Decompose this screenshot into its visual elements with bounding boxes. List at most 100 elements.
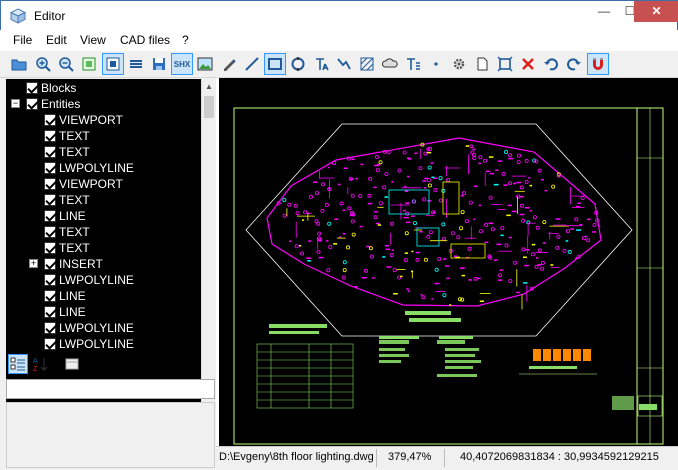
- plan-fixture: [490, 172, 495, 175]
- raster-image-button[interactable]: [194, 53, 216, 75]
- tree-node[interactable]: LWPOLYLINE: [6, 160, 201, 176]
- node-checkbox[interactable]: [44, 258, 56, 270]
- plan-fixture: [511, 210, 517, 213]
- scroll-thumb[interactable]: [204, 96, 214, 118]
- minimize-button[interactable]: —: [591, 1, 617, 22]
- menu-view[interactable]: View: [80, 33, 106, 47]
- layers-button[interactable]: [125, 53, 147, 75]
- snap-magnet-button[interactable]: [587, 53, 609, 75]
- node-checkbox[interactable]: [26, 98, 38, 110]
- open-button[interactable]: [8, 53, 30, 75]
- shx-font-button[interactable]: SHX: [171, 53, 193, 75]
- settings-icon: [453, 58, 465, 70]
- node-checkbox[interactable]: [44, 290, 56, 302]
- expand-icon[interactable]: +: [29, 259, 38, 268]
- node-checkbox[interactable]: [44, 194, 56, 206]
- property-value-field[interactable]: [6, 379, 215, 399]
- tree-node[interactable]: TEXT: [6, 192, 201, 208]
- node-checkbox[interactable]: [26, 82, 38, 94]
- circle-button[interactable]: [287, 53, 309, 75]
- node-checkbox[interactable]: [44, 274, 56, 286]
- plan-fixture: [484, 222, 489, 227]
- tree-scrollbar[interactable]: ▲ ▼: [201, 79, 215, 429]
- plan-fixture: [367, 202, 373, 205]
- plan-fixture: [295, 211, 300, 216]
- delete-icon: [522, 58, 534, 70]
- status-separator: [376, 449, 377, 467]
- app-cube-icon: [10, 8, 26, 24]
- node-checkbox[interactable]: [44, 146, 56, 158]
- menu-cad-files[interactable]: CAD files: [120, 33, 170, 47]
- drawing-canvas[interactable]: [219, 78, 678, 446]
- node-checkbox[interactable]: [44, 210, 56, 222]
- tree-node[interactable]: − Entities: [6, 96, 201, 112]
- categorized-button[interactable]: [8, 354, 28, 374]
- tree-node[interactable]: TEXT: [6, 128, 201, 144]
- node-checkbox[interactable]: [44, 226, 56, 238]
- plan-fixture: [479, 300, 485, 302]
- property-pages-icon: [65, 358, 79, 370]
- alphabetical-button[interactable]: AZ: [31, 354, 51, 374]
- entity-tree[interactable]: Blocks − Entities VIEWPORT TEXT TEXT LWPOLYLIN…: [6, 79, 215, 429]
- redo-button[interactable]: [563, 53, 585, 75]
- rectangle-button[interactable]: [264, 53, 286, 75]
- point-button[interactable]: [425, 53, 447, 75]
- node-checkbox[interactable]: [44, 242, 56, 254]
- model-view-button[interactable]: [102, 53, 124, 75]
- tree-node[interactable]: LINE: [6, 208, 201, 224]
- node-checkbox[interactable]: [44, 306, 56, 318]
- tree-node[interactable]: Blocks: [6, 80, 201, 96]
- collapse-icon[interactable]: −: [11, 99, 20, 108]
- tree-node[interactable]: LWPOLYLINE: [6, 336, 201, 352]
- tree-node[interactable]: TEXT: [6, 144, 201, 160]
- close-button[interactable]: ✕: [634, 1, 678, 22]
- tree-node[interactable]: LWPOLYLINE: [6, 272, 201, 288]
- hatch-button[interactable]: [356, 53, 378, 75]
- clouds-button[interactable]: [379, 53, 401, 75]
- tree-node[interactable]: LWPOLYLINE: [6, 320, 201, 336]
- mtext-button[interactable]: [402, 53, 424, 75]
- node-checkbox[interactable]: [44, 162, 56, 174]
- scroll-up-arrow-icon[interactable]: ▲: [202, 79, 215, 95]
- page-button[interactable]: [471, 53, 493, 75]
- node-checkbox[interactable]: [44, 178, 56, 190]
- pencil-button[interactable]: [218, 53, 240, 75]
- save-button[interactable]: [148, 53, 170, 75]
- plan-fixture: [523, 282, 528, 284]
- menu-edit[interactable]: Edit: [46, 33, 67, 47]
- plan-fixture: [516, 194, 521, 199]
- plan-fixture: [465, 145, 470, 147]
- menu-help[interactable]: ?: [182, 33, 189, 47]
- zoom-in-button[interactable]: [32, 53, 54, 75]
- node-checkbox[interactable]: [44, 114, 56, 126]
- line-icon: [245, 57, 259, 71]
- node-checkbox[interactable]: [44, 130, 56, 142]
- zoom-extents-button[interactable]: [78, 53, 100, 75]
- plan-fixture: [484, 241, 489, 244]
- tree-node[interactable]: VIEWPORT: [6, 176, 201, 192]
- tree-node[interactable]: VIEWPORT: [6, 112, 201, 128]
- plan-fixture: [542, 220, 547, 225]
- property-pages-button[interactable]: [62, 354, 82, 374]
- tree-node[interactable]: TEXT: [6, 224, 201, 240]
- line-button[interactable]: [241, 53, 263, 75]
- tree-node[interactable]: TEXT: [6, 240, 201, 256]
- menu-file[interactable]: File: [13, 33, 32, 47]
- undo-button[interactable]: [540, 53, 562, 75]
- node-checkbox[interactable]: [44, 322, 56, 334]
- pencil-icon: [224, 59, 236, 71]
- property-grid[interactable]: [6, 402, 215, 468]
- plan-fixture: [508, 236, 512, 239]
- tree-node[interactable]: LINE: [6, 288, 201, 304]
- polyline-button[interactable]: [333, 53, 355, 75]
- zoom-out-button[interactable]: [55, 53, 77, 75]
- node-checkbox[interactable]: [44, 338, 56, 350]
- tree-node[interactable]: + INSERT: [6, 256, 201, 272]
- plan-fixture: [450, 231, 455, 236]
- delete-button[interactable]: [517, 53, 539, 75]
- text-button[interactable]: [310, 53, 332, 75]
- settings-button[interactable]: [448, 53, 470, 75]
- tree-node[interactable]: LINE: [6, 304, 201, 320]
- plan-fixture: [575, 205, 580, 208]
- fit-button[interactable]: [494, 53, 516, 75]
